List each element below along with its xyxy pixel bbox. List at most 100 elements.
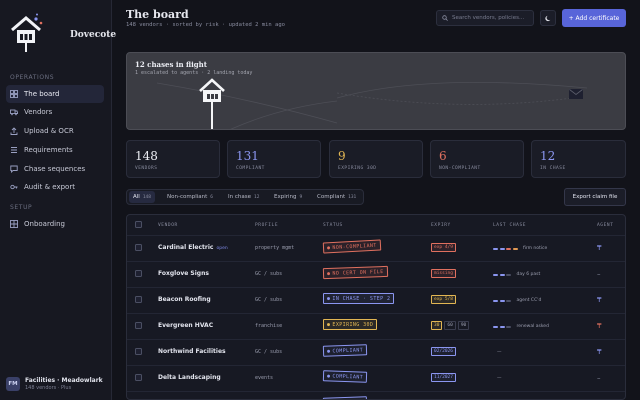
stat-value: 148 <box>135 149 158 163</box>
agent-cell[interactable]: ₸ <box>597 348 601 356</box>
chase-note: day 6 past <box>516 272 541 277</box>
column-header-profile[interactable]: PROFILE <box>255 223 278 228</box>
search-box[interactable] <box>436 10 534 26</box>
column-header-vendor[interactable]: VENDOR <box>158 223 178 228</box>
vendor-name[interactable]: Delta Landscaping <box>158 374 221 381</box>
select-all-checkbox[interactable] <box>135 221 142 228</box>
last-chase-cell: — <box>493 376 502 381</box>
last-chase-cell: firm notice <box>493 246 547 251</box>
status-badge: ● NON-COMPLIANT <box>322 239 382 254</box>
tab-non-compliant[interactable]: Non-compliant 6 <box>163 191 217 203</box>
status-label: EXPIRING 30D <box>332 321 374 328</box>
upload-icon <box>10 127 18 135</box>
stat-value: 12 <box>540 149 556 163</box>
status-badge: ● IN CHASE · STEP 2 <box>323 293 395 304</box>
chase-step-bar <box>493 273 498 276</box>
last-chase-cell: day 6 past <box>493 272 540 277</box>
account-switcher[interactable]: FM Facilities · Meadowlark 148 vendors ·… <box>6 372 106 396</box>
stat-vendors: 148 VENDORS <box>126 140 220 178</box>
table-row[interactable]: Northwind Facilities GC / subs ● COMPLIANT 0… <box>127 339 625 363</box>
tab-expiring[interactable]: Expiring 9 <box>270 191 306 203</box>
agent-cell[interactable]: ₸ <box>597 244 601 252</box>
list-icon <box>11 147 17 153</box>
column-header-expiry[interactable]: EXPIRY <box>431 223 451 228</box>
expiry-cell: 02/2026 <box>431 347 456 356</box>
expiry-cell: 11/2027 <box>431 373 456 382</box>
sidebar-item-chase-sequences[interactable]: Chase sequences <box>6 160 104 178</box>
agent-cell[interactable]: ₸ <box>597 322 601 330</box>
stat-label: EXPIRING 30D <box>338 166 377 171</box>
row-checkbox[interactable] <box>135 348 142 355</box>
chases-in-flight-subtitle: 1 escalated to agents · 2 landing today <box>135 70 253 76</box>
row-checkbox[interactable] <box>135 374 142 381</box>
column-header-agent[interactable]: AGENT <box>597 223 614 228</box>
chase-step-bar <box>512 247 518 250</box>
sidebar-item-label: Onboarding <box>24 220 65 228</box>
tab-all[interactable]: All 148 <box>129 191 155 203</box>
agent-cell[interactable]: – <box>597 374 601 382</box>
sidebar-item-upload[interactable]: Upload & OCR <box>6 122 104 140</box>
dovecote-logo-icon <box>11 13 43 52</box>
tab-count: 6 <box>210 194 213 200</box>
status-badge: ●COMPLIANT <box>322 396 368 399</box>
avatar: FM <box>6 377 20 391</box>
vendor-name[interactable]: Cardinal Electric open <box>158 244 228 251</box>
app-name: Dovecote <box>70 30 117 40</box>
board-icon <box>10 90 18 98</box>
sidebar-item-onboarding[interactable]: Onboarding <box>6 215 104 233</box>
sidebar-item-label: Vendors <box>24 108 53 116</box>
column-header-status[interactable]: STATUS <box>323 223 343 228</box>
status-badge: ● NO CERT ON FILE <box>322 265 388 280</box>
search-input[interactable] <box>452 15 532 21</box>
account-name: Facilities · Meadowlark <box>25 377 103 384</box>
vendor-name[interactable]: Evergreen HVAC <box>158 322 213 329</box>
row-checkbox[interactable] <box>135 270 142 277</box>
chase-note: agent CC'd <box>516 298 542 303</box>
tab-compliant[interactable]: Compliant 131 <box>313 191 360 203</box>
row-checkbox[interactable] <box>135 322 142 329</box>
row-checkbox[interactable] <box>135 296 142 303</box>
agent-cell[interactable]: ₸ <box>597 296 601 304</box>
sidebar-item-audit-export[interactable]: Audit & export <box>6 178 104 196</box>
chase-step-bar <box>493 299 498 302</box>
table-row[interactable]: Cardinal Electric open property mgmt ● NON-C… <box>127 235 625 259</box>
table-row[interactable]: Meridian HVACHOs●COMPLIANT09/2027—₸ <box>127 391 625 399</box>
expiry-chip: 02/2026 <box>431 347 456 356</box>
profile-cell: property mgmt <box>255 245 295 251</box>
table-row[interactable]: Beacon Roofing GC / subs ● IN CHASE · STEP … <box>127 287 625 311</box>
status-label: COMPLIANT <box>332 373 364 381</box>
tab-in-chase[interactable]: In chase 12 <box>224 191 263 203</box>
add-certificate-button[interactable]: + Add certificate <box>562 9 626 27</box>
vendor-table: VENDOR PROFILE STATUS EXPIRY LAST CHASE … <box>126 214 626 400</box>
sidebar-item-vendors[interactable]: Vendors <box>6 103 104 121</box>
brand[interactable]: Dovecote <box>8 12 116 56</box>
sidebar-item-label: Upload & OCR <box>24 127 74 135</box>
table-row[interactable]: Foxglove Signs GC / subs ● NO CERT ON FILE m… <box>127 261 625 285</box>
status-label: COMPLIANT <box>332 346 364 354</box>
vendor-name[interactable]: Beacon Roofing <box>158 296 211 303</box>
tab-count: 9 <box>299 194 303 200</box>
vendor-label: Delta Landscaping <box>158 374 221 381</box>
stat-label: VENDORS <box>135 166 158 171</box>
stat-in-chase: 12 IN CHASE <box>531 140 626 178</box>
row-checkbox[interactable] <box>135 244 142 251</box>
vendor-label: Evergreen HVAC <box>158 322 214 329</box>
export-claim-file-button[interactable]: Export claim file <box>564 188 626 206</box>
agent-cell[interactable]: – <box>597 270 601 278</box>
theme-toggle-button[interactable] <box>540 10 556 26</box>
table-row[interactable]: Delta Landscaping events ● COMPLIANT 11/2027… <box>127 365 625 389</box>
sidebar-item-requirements[interactable]: Requirements <box>6 141 104 159</box>
expiry-chip: 60 <box>444 321 456 330</box>
column-header-last-chase[interactable]: LAST CHASE <box>493 223 526 228</box>
profile-cell: GC / subs <box>255 349 283 355</box>
vendor-name[interactable]: Foxglove Signs <box>158 270 209 277</box>
status-badge: ● EXPIRING 30D <box>323 319 378 330</box>
vendor-name[interactable]: Northwind Facilities <box>158 348 226 355</box>
table-row[interactable]: Evergreen HVAC franchise ● EXPIRING 30D 30 60… <box>127 313 625 337</box>
expiry-chip: missing <box>431 269 456 278</box>
vendor-label: Foxglove Signs <box>158 270 209 277</box>
sidebar-item-board[interactable]: The board <box>6 85 104 103</box>
status-badge: ●COMPLIANT <box>322 370 368 383</box>
chase-map-panel: 12 chases in flight 1 escalated to agent… <box>126 52 626 130</box>
tab-count: 148 <box>142 194 151 200</box>
